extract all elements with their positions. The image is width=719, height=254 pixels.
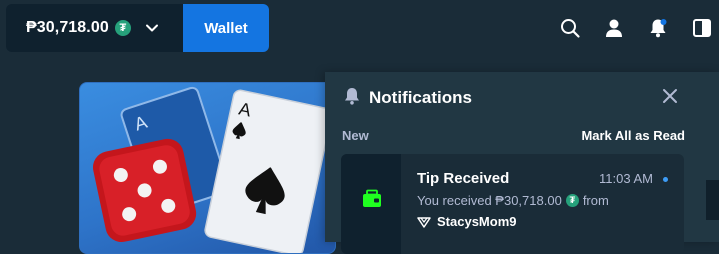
tether-icon: ₮ (114, 20, 131, 36)
top-bar: ₱30,718.00 ₮ Wallet (0, 0, 719, 56)
wallet-icon (363, 189, 381, 207)
notification-time: 11:03 AM (599, 171, 653, 186)
sender-username[interactable]: StacysMom9 (437, 214, 516, 229)
wallet-button[interactable]: Wallet (183, 4, 269, 52)
sender-line: StacysMom9 (417, 214, 516, 229)
mark-all-read-button[interactable]: Mark All as Read (581, 128, 685, 143)
notifications-icon[interactable] (646, 16, 670, 40)
balance-amount: ₱30,718.00 (26, 19, 109, 36)
casino-promo-image[interactable]: A A (79, 82, 336, 254)
chevron-down-icon (145, 21, 159, 35)
notification-icon-column (341, 154, 401, 254)
notification-message: You received ₱30,718.00 ₮ from (417, 193, 609, 208)
unread-indicator (663, 177, 668, 182)
search-icon[interactable] (558, 16, 582, 40)
user-icon[interactable] (602, 16, 626, 40)
notifications-panel: Notifications New Mark All as Read Tip R… (325, 72, 719, 254)
notification-item[interactable]: Tip Received 11:03 AM You received ₱30,7… (341, 154, 684, 254)
background-edge (706, 180, 719, 220)
balance-dropdown[interactable]: ₱30,718.00 ₮ (6, 4, 184, 52)
notification-title: Tip Received (417, 170, 510, 187)
message-suffix: from (582, 193, 609, 208)
tether-icon: ₮ (565, 194, 579, 207)
section-label-new: New (342, 128, 369, 143)
message-text: You received ₱30,718.00 (417, 193, 562, 208)
sidebar-toggle-icon[interactable] (690, 16, 714, 40)
panel-title: Notifications (369, 88, 472, 107)
close-icon[interactable] (661, 87, 679, 105)
bell-icon (345, 88, 359, 105)
vip-rank-icon (417, 216, 431, 228)
